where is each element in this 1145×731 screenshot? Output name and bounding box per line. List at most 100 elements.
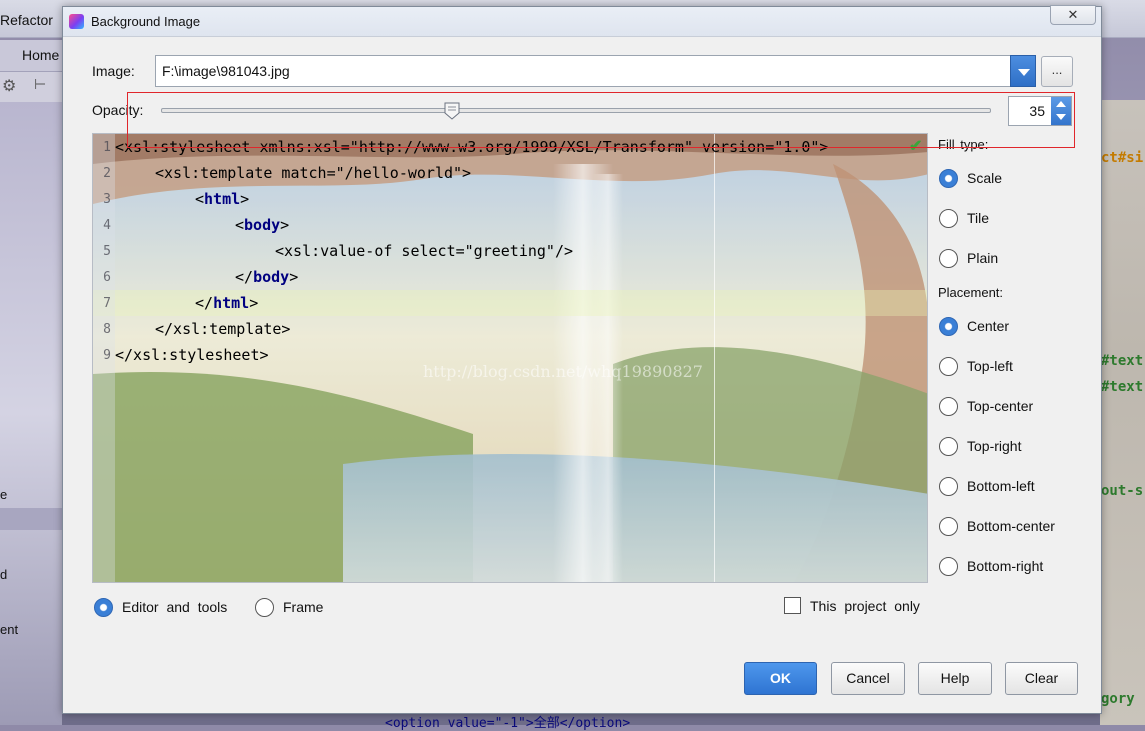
radio-button[interactable]: [939, 516, 958, 536]
close-icon: ✕: [1067, 7, 1079, 22]
radio-label: Plain: [967, 250, 999, 266]
app-logo-icon: [69, 14, 84, 29]
radio-button[interactable]: [939, 248, 958, 268]
fill-type-scale-radio[interactable]: Scale: [939, 167, 1002, 189]
cancel-button[interactable]: Cancel: [831, 662, 905, 695]
radio-button[interactable]: [939, 396, 958, 416]
menu-refactor[interactable]: Refactor: [0, 12, 53, 28]
radio-button[interactable]: [939, 168, 958, 188]
background-editor-edge: [1100, 100, 1145, 725]
radio-label: Top-center: [967, 398, 1034, 414]
line-number: 8: [103, 322, 111, 337]
radio-button[interactable]: [939, 356, 958, 376]
background-code-fragment: gory: [1101, 691, 1135, 707]
placement-top-left-radio[interactable]: Top-left: [939, 355, 1013, 377]
background-bottom-code: <option value="-1">全部</option>: [385, 716, 631, 731]
background-code-fragment: out-s: [1101, 483, 1144, 499]
placement-top-right-radio[interactable]: Top-right: [939, 435, 1021, 457]
placement-center-radio[interactable]: Center: [939, 315, 1009, 337]
checkbox-box[interactable]: [784, 597, 801, 614]
fill-type-tile-radio[interactable]: Tile: [939, 207, 989, 229]
background-sidebar: e d ent: [0, 102, 62, 725]
code-bracket: >: [280, 216, 290, 234]
radio-button[interactable]: [255, 597, 274, 617]
image-label: Image:: [92, 63, 135, 79]
spinner-buttons[interactable]: [1051, 97, 1071, 125]
placement-bottom-right-radio[interactable]: Bottom-right: [939, 555, 1043, 577]
fill-type-label: Fill type:: [938, 137, 989, 152]
radio-button[interactable]: [939, 436, 958, 456]
image-path-combobox[interactable]: [155, 55, 1011, 87]
placement-bottom-left-radio[interactable]: Bottom-left: [939, 475, 1035, 497]
code-tag-name: body: [253, 268, 290, 286]
home-tab-label: Home: [22, 47, 60, 63]
code-bracket: </: [235, 268, 254, 286]
radio-button[interactable]: [939, 476, 958, 496]
radio-label: Bottom-left: [967, 478, 1035, 494]
code-line: <body>: [115, 212, 289, 238]
sidebar-stripe: [0, 508, 62, 530]
code-bracket: <: [235, 216, 245, 234]
placement-top-center-radio[interactable]: Top-center: [939, 395, 1033, 417]
this-project-only-checkbox[interactable]: This project only: [784, 597, 920, 614]
line-number: 1: [103, 140, 111, 155]
sidebar-item[interactable]: e: [0, 487, 7, 502]
dialog-titlebar[interactable]: Background Image: [63, 7, 1101, 37]
this-project-only-label: This project only: [810, 597, 920, 614]
opacity-spinner[interactable]: 35: [1008, 96, 1072, 126]
radio-button[interactable]: [939, 208, 958, 228]
background-toolbar: ⚙ ⊢: [0, 72, 70, 102]
gear-icon[interactable]: ⚙: [2, 76, 16, 96]
line-number: 7: [103, 296, 111, 311]
placement-bottom-center-radio[interactable]: Bottom-center: [939, 515, 1055, 537]
code-tag-name: html: [204, 190, 241, 208]
opacity-value: 35: [1029, 103, 1045, 119]
spinner-up-icon[interactable]: [1056, 101, 1066, 107]
sidebar-item[interactable]: ent: [0, 622, 18, 637]
code-bracket: >: [249, 294, 259, 312]
code-tag-name: html: [213, 294, 250, 312]
spinner-down-icon[interactable]: [1056, 114, 1066, 120]
home-tab[interactable]: Home: [0, 40, 70, 72]
code-bracket: </: [195, 294, 214, 312]
close-button[interactable]: ✕: [1050, 5, 1096, 25]
radio-label: Editor and tools: [122, 599, 228, 615]
opacity-slider-track[interactable]: [161, 108, 991, 113]
line-number-gutter: 1 2 3 4 5 6 7 8 9: [93, 134, 115, 582]
code-line: <html>: [115, 186, 249, 212]
preview-panel: 1 2 3 4 5 6 7 8 9 <xsl:stylesheet xmlns:xsl="htt…: [92, 133, 928, 583]
sidebar-item[interactable]: d: [0, 567, 7, 582]
line-number: 6: [103, 270, 111, 285]
radio-button[interactable]: [939, 316, 958, 336]
pin-icon[interactable]: ⊢: [34, 76, 46, 93]
line-number: 2: [103, 166, 111, 181]
clear-button[interactable]: Clear: [1005, 662, 1078, 695]
browse-button[interactable]: ...: [1041, 56, 1073, 87]
image-path-input[interactable]: [156, 56, 996, 86]
background-code-fragment: ct#si: [1101, 150, 1144, 166]
opacity-label: Opacity:: [92, 102, 144, 118]
editor-and-tools-radio[interactable]: Editor and tools: [94, 596, 227, 618]
ok-button[interactable]: OK: [744, 662, 817, 695]
background-code-fragment: #text: [1101, 379, 1144, 395]
fill-type-plain-radio[interactable]: Plain: [939, 247, 998, 269]
code-line: </html>: [115, 290, 258, 316]
opacity-slider-thumb[interactable]: [444, 102, 460, 120]
radio-label: Top-right: [967, 438, 1022, 454]
help-button[interactable]: Help: [918, 662, 992, 695]
radio-label: Center: [967, 318, 1010, 334]
radio-label: Bottom-center: [967, 518, 1055, 534]
line-number: 5: [103, 244, 111, 259]
line-number: 4: [103, 218, 111, 233]
right-margin-guide: [714, 134, 715, 582]
background-code-fragment: #text: [1101, 353, 1144, 369]
radio-button[interactable]: [939, 556, 958, 576]
code-bracket: >: [240, 190, 250, 208]
check-icon: ✔: [909, 138, 923, 155]
frame-radio[interactable]: Frame: [255, 596, 323, 618]
background-image-dialog: Background Image ✕ Image: ... Opacity: 3…: [62, 5, 1102, 714]
chevron-down-icon[interactable]: [1010, 55, 1036, 87]
code-bracket: <: [195, 190, 205, 208]
radio-button[interactable]: [94, 597, 113, 617]
code-line: </xsl:template>: [155, 320, 291, 338]
